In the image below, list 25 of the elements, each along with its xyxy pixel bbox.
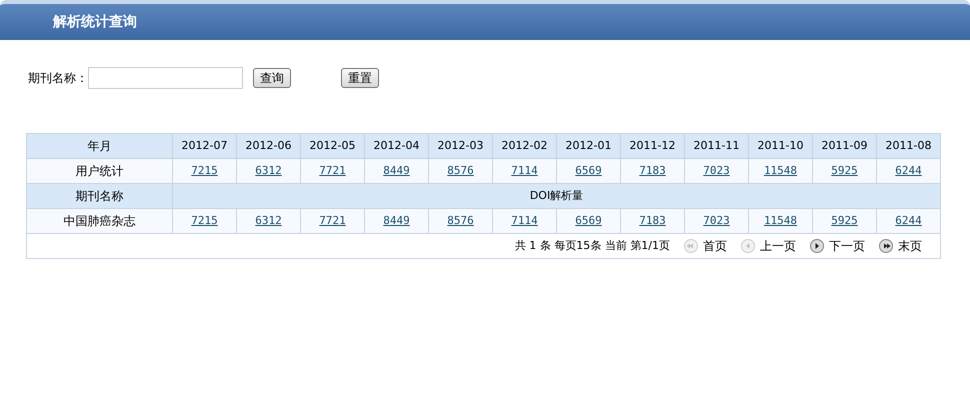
month-header: 2012-02 bbox=[492, 134, 556, 158]
pager-link[interactable]: 末页 bbox=[879, 237, 922, 255]
month-header: 2012-06 bbox=[236, 134, 300, 158]
pager-summary: 共 1 条 每页15条 当前 第1/1页 bbox=[514, 238, 670, 254]
month-header: 2011-08 bbox=[876, 134, 940, 158]
month-header: 2011-09 bbox=[812, 134, 876, 158]
row-label: 年月 bbox=[26, 134, 172, 158]
month-header: 2012-04 bbox=[364, 134, 428, 158]
field-label: 期刊名称： bbox=[28, 70, 88, 87]
journal-name-field[interactable] bbox=[88, 67, 243, 89]
month-header: 2011-12 bbox=[620, 134, 684, 158]
reset-button[interactable]: 重置 bbox=[341, 68, 379, 88]
row-label: 中国肺癌杂志 bbox=[26, 208, 172, 234]
month-header: 2011-10 bbox=[748, 134, 812, 158]
row-label: 用户统计 bbox=[26, 158, 172, 184]
month-header: 2011-11 bbox=[684, 134, 748, 158]
month-header: 2012-01 bbox=[556, 134, 620, 158]
month-header: 2012-05 bbox=[300, 134, 364, 158]
month-header: 2012-03 bbox=[428, 134, 492, 158]
search-button[interactable]: 查询 bbox=[253, 68, 291, 88]
section-title: DOI解析量 bbox=[172, 184, 940, 208]
month-header: 2012-07 bbox=[172, 134, 236, 158]
page-title: 解析统计查询 bbox=[53, 12, 137, 32]
row-label: 期刊名称 bbox=[26, 184, 172, 208]
pager-link[interactable]: 下一页 bbox=[810, 237, 865, 255]
